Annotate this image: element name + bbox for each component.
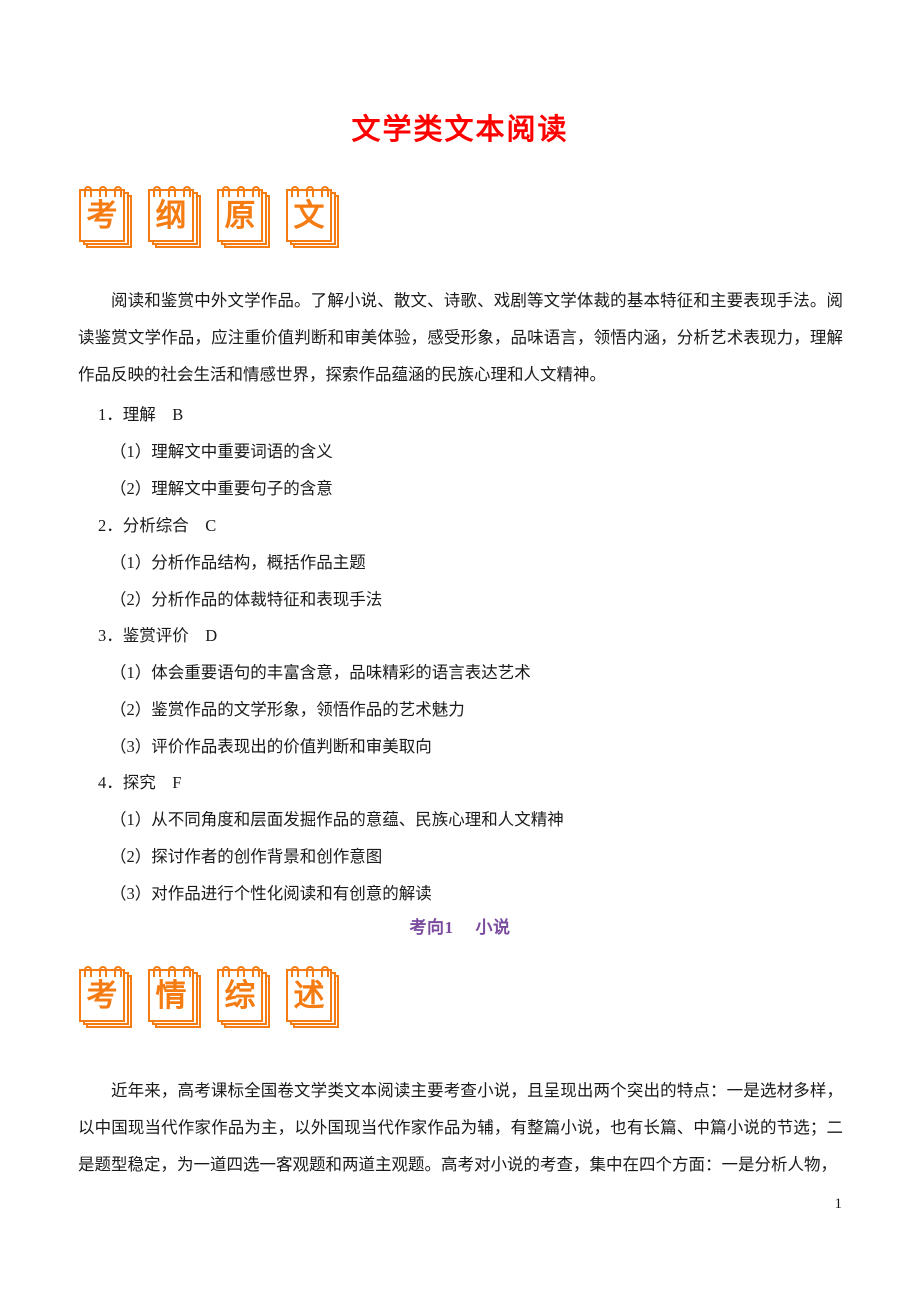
outline-item: （2）鉴赏作品的文学形象，领悟作品的艺术魅力 bbox=[110, 700, 465, 719]
ring-icon bbox=[252, 966, 260, 977]
spiral-rings-icon bbox=[291, 966, 329, 978]
ring-icon bbox=[84, 186, 92, 197]
ring-icon bbox=[222, 186, 230, 197]
document-page: 文学类文本阅读 考 纲 原 文 阅读和鉴赏中外文学作品。了解小说、散文、诗歌、戏… bbox=[0, 0, 920, 1302]
notepad-glyph: 考 bbox=[86, 978, 118, 1014]
outline-item: 4．探究 F bbox=[98, 773, 182, 792]
ring-icon bbox=[321, 966, 329, 977]
banner-kaogang-yuanwen: 考 纲 原 文 bbox=[78, 186, 343, 252]
notepad-glyph: 原 bbox=[224, 198, 256, 234]
outline-item: （2）理解文中重要句子的含意 bbox=[110, 479, 333, 498]
outline-item: （1）从不同角度和层面发掘作品的意蕴、民族心理和人文精神 bbox=[110, 810, 564, 829]
ring-icon bbox=[237, 186, 245, 197]
notepad-char-2: 纲 bbox=[147, 186, 205, 252]
ring-icon bbox=[99, 966, 107, 977]
section-heading-title: 小说 bbox=[475, 918, 511, 937]
ring-icon bbox=[252, 186, 260, 197]
outline-item: （3）评价作品表现出的价值判断和审美取向 bbox=[110, 737, 432, 756]
ring-icon bbox=[114, 966, 122, 977]
spiral-rings-icon bbox=[153, 186, 191, 198]
page-title: 文学类文本阅读 bbox=[351, 114, 569, 146]
ring-icon bbox=[306, 966, 314, 977]
section-heading-label: 考向1 bbox=[409, 918, 454, 937]
spiral-rings-icon bbox=[153, 966, 191, 978]
ring-icon bbox=[321, 186, 329, 197]
intro-paragraph: 阅读和鉴赏中外文学作品。了解小说、散文、诗歌、戏剧等文学体裁的基本特征和主要表现… bbox=[78, 291, 843, 384]
notepad-char-1: 考 bbox=[78, 186, 136, 252]
notepad-glyph: 综 bbox=[224, 978, 256, 1014]
notepad-char-3: 综 bbox=[216, 966, 274, 1032]
notepad-char-2: 情 bbox=[147, 966, 205, 1032]
outline-item: （2）分析作品的体裁特征和表现手法 bbox=[110, 590, 383, 609]
notepad-glyph: 文 bbox=[293, 198, 325, 234]
ring-icon bbox=[183, 186, 191, 197]
ring-icon bbox=[99, 186, 107, 197]
ring-icon bbox=[237, 966, 245, 977]
ring-icon bbox=[222, 966, 230, 977]
spiral-rings-icon bbox=[222, 966, 260, 978]
notepad-char-1: 考 bbox=[78, 966, 136, 1032]
outline-item: （1）分析作品结构，概括作品主题 bbox=[110, 553, 366, 572]
ring-icon bbox=[153, 966, 161, 977]
banner-kaoqing-zongshu: 考 情 综 述 bbox=[78, 966, 343, 1032]
ring-icon bbox=[168, 966, 176, 977]
notepad-char-4: 文 bbox=[285, 186, 343, 252]
notepad-glyph: 纲 bbox=[155, 198, 187, 234]
outline-item: （1）体会重要语句的丰富含意，品味精彩的语言表达艺术 bbox=[110, 663, 531, 682]
outline-item: 3．鉴赏评价 D bbox=[98, 626, 218, 645]
outline-item: （1）理解文中重要词语的含义 bbox=[110, 442, 333, 461]
ring-icon bbox=[114, 186, 122, 197]
outline-item: 1．理解 B bbox=[98, 405, 184, 424]
page-number: 1 bbox=[834, 1196, 843, 1212]
spiral-rings-icon bbox=[222, 186, 260, 198]
outline-item: 2．分析综合 C bbox=[98, 516, 217, 535]
notepad-glyph: 考 bbox=[86, 198, 118, 234]
notepad-char-3: 原 bbox=[216, 186, 274, 252]
ring-icon bbox=[291, 966, 299, 977]
spiral-rings-icon bbox=[291, 186, 329, 198]
ring-icon bbox=[291, 186, 299, 197]
ring-icon bbox=[168, 186, 176, 197]
notepad-glyph: 情 bbox=[155, 978, 187, 1014]
outline-item: （2）探讨作者的创作背景和创作意图 bbox=[110, 847, 383, 866]
ring-icon bbox=[84, 966, 92, 977]
ring-icon bbox=[183, 966, 191, 977]
outro-paragraph: 近年来，高考课标全国卷文学类文本阅读主要考查小说，且呈现出两个突出的特点：一是选… bbox=[78, 1081, 843, 1174]
spiral-rings-icon bbox=[84, 186, 122, 198]
ring-icon bbox=[153, 186, 161, 197]
spiral-rings-icon bbox=[84, 966, 122, 978]
outline-item: （3）对作品进行个性化阅读和有创意的解读 bbox=[110, 884, 432, 903]
section-heading: 考向1 小说 bbox=[0, 913, 920, 938]
ring-icon bbox=[306, 186, 314, 197]
notepad-char-4: 述 bbox=[285, 966, 343, 1032]
notepad-glyph: 述 bbox=[293, 978, 325, 1014]
